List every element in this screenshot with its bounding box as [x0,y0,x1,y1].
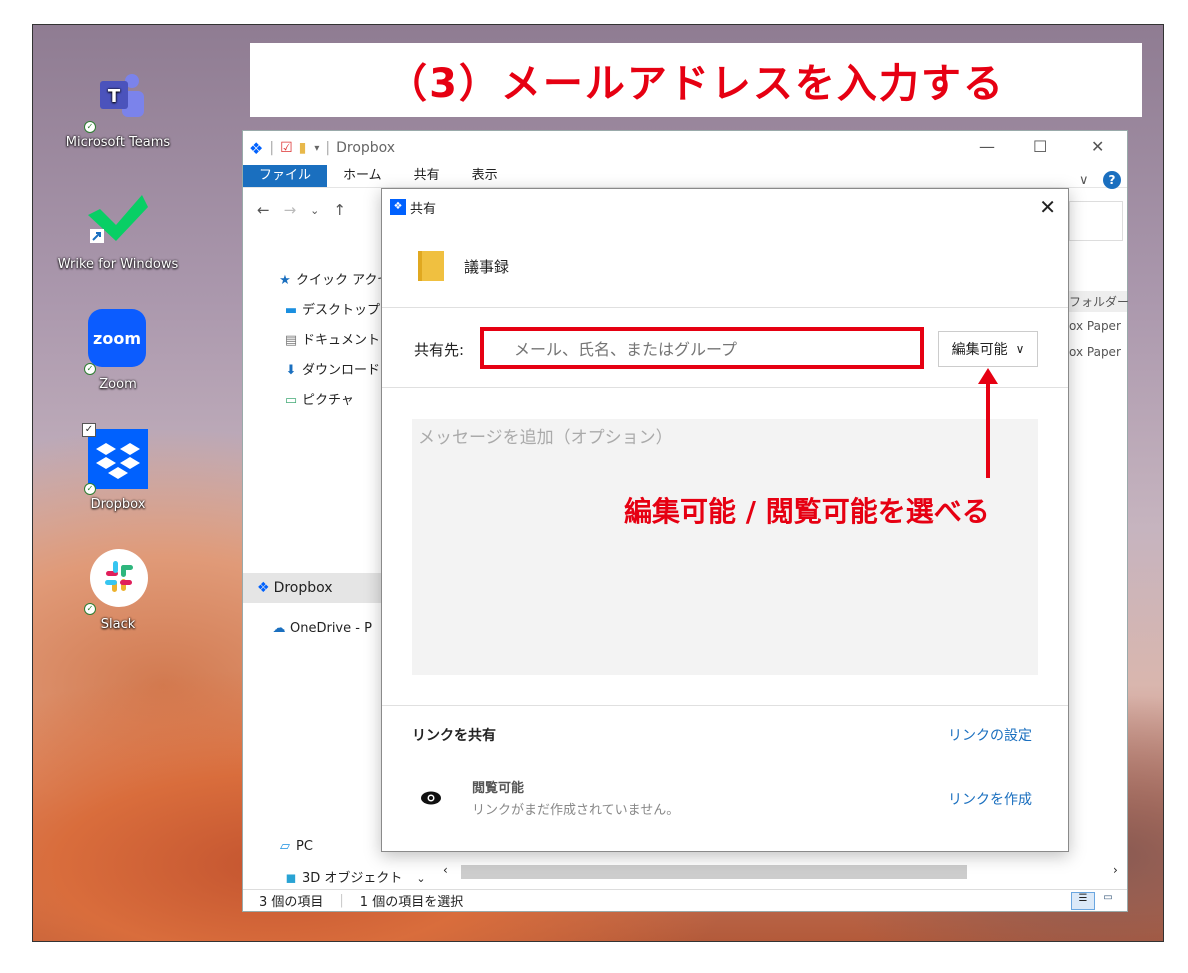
permission-dropdown[interactable]: 編集可能 ∨ [938,331,1038,367]
sync-check-icon: ✓ [84,483,96,495]
create-link-button[interactable]: リンクを作成 [948,789,1032,809]
desktop-icon-zoom[interactable]: zoom ✓ Zoom [53,309,183,392]
tab-view[interactable]: 表示 [456,165,514,187]
desktop-icon-slack[interactable]: ✓ Slack [53,549,183,632]
page-title-banner: （3）メールアドレスを入力する [250,43,1142,117]
slack-icon: ✓ [84,549,150,615]
folder-row: 議事録 [418,251,509,281]
up-icon[interactable]: ↑ [333,201,346,219]
highlight-box-input [480,327,924,369]
desktop-icon-label: Zoom [99,377,137,392]
close-icon[interactable]: ✕ [1039,195,1056,219]
nav-item-onedrive[interactable]: ☁ OneDrive - P [271,621,372,636]
zoom-icon: zoom ✓ [84,309,150,375]
dialog-titlebar: ❖ 共有 [382,189,1068,225]
scroll-right-icon[interactable]: › [1113,863,1118,877]
search-box[interactable] [1069,201,1123,241]
tab-home[interactable]: ホーム [327,165,398,187]
link-share-heading: リンクを共有 [412,728,496,744]
pc-icon: ▱ [280,839,290,854]
ribbon-expand-icon[interactable]: ∨ [1079,173,1089,188]
help-icon[interactable]: ? [1103,171,1121,189]
star-icon: ★ [279,273,291,288]
dropbox-icon: ❖ [249,138,264,158]
ribbon-tabs: ファイル ホーム 共有 表示 ∨ ? [243,165,1127,189]
folder-icon [418,251,444,281]
sync-check-icon: ✓ [84,363,96,375]
recent-dropdown-icon[interactable]: ⌄ [310,204,319,217]
link-settings-link[interactable]: リンクの設定 [948,725,1032,745]
back-icon[interactable]: ← [257,201,270,219]
desktop-icon-label: Slack [100,617,136,632]
scroll-left-icon[interactable]: ‹ [443,863,448,877]
quick-access-dropdown-icon[interactable]: ▾ [314,143,319,154]
desktop-icon-dropbox[interactable]: ✓ ✓ Dropbox [53,423,183,512]
status-selected-count: 1 個の項目を選択 [359,895,464,910]
folder-icon[interactable]: ▮ [299,140,307,156]
tab-file[interactable]: ファイル [243,165,328,187]
minimize-icon[interactable]: — [979,137,995,156]
nav-item-dropbox[interactable]: ❖ Dropbox [243,573,381,603]
sync-check-icon: ✓ [84,603,96,615]
tab-share[interactable]: 共有 [398,165,456,187]
maximize-icon[interactable]: ☐ [1033,137,1047,156]
message-placeholder: メッセージを追加（オプション） [418,428,673,448]
dropbox-icon: ❖ [257,580,270,596]
desktop-icon-wrike[interactable]: Wrike for Windows [53,189,183,272]
properties-icon[interactable]: ☑ [280,140,293,156]
download-icon: ⬇ [285,363,297,378]
permission-value: 編集可能 [951,342,1008,358]
cloud-icon: ☁ [272,621,286,636]
checkbox-icon[interactable]: ✓ [82,423,96,437]
annotation-arrow [978,368,998,478]
scroll-thumb[interactable] [461,865,967,879]
desktop-icon-label: Dropbox [90,497,146,512]
column-header-folder: フォルダー [1069,291,1129,312]
wrike-icon [86,189,150,253]
chevron-down-icon: ∨ [1015,342,1025,356]
share-to-label: 共有先: [414,341,465,359]
status-item-count: 3 個の項目 [259,895,324,910]
svg-text:T: T [108,86,121,107]
thumbnail-view-icon[interactable]: ▭ [1099,892,1117,908]
nav-item-downloads[interactable]: ⬇ ダウンロード [283,359,380,378]
file-name-paper-1: ox Paper [1069,319,1121,333]
details-view-icon[interactable]: ☰ [1071,892,1095,910]
close-icon[interactable]: ✕ [1091,137,1104,156]
desktop-folder-icon: ▬ [284,303,298,318]
nav-item-pictures[interactable]: ▭ ピクチャ [283,389,354,408]
horizontal-scrollbar[interactable]: ‹ › [443,863,1123,881]
folder-name: 議事録 [464,257,510,276]
pictures-icon: ▭ [284,393,298,408]
nav-item-3d-objects[interactable]: ◼ 3D オブジェクト ⌄ [283,867,426,886]
desktop-icon-label: Microsoft Teams [65,135,171,150]
nav-item-documents[interactable]: ▤ ドキュメント [283,329,380,348]
nav-item-pc[interactable]: ▱ PC [277,839,313,854]
window-title: Dropbox [336,140,396,156]
annotation-text: 編集可能 / 閲覧可能を選べる [624,495,990,528]
nav-item-desktop[interactable]: ▬ デスクトップ [283,299,380,318]
desktop-icon-teams[interactable]: T ✓ Microsoft Teams [53,67,183,150]
status-bar: 3 個の項目 | 1 個の項目を選択 ☰ ▭ [243,889,1127,911]
forward-icon[interactable]: → [284,201,297,219]
dropbox-icon: ✓ ✓ [82,423,150,495]
cube-icon: ◼ [285,871,297,886]
link-access-status: リンクがまだ作成されていません。 [472,803,680,818]
sync-check-icon: ✓ [84,121,96,133]
link-access-title: 閲覧可能 [472,781,525,796]
message-field[interactable]: メッセージを追加（オプション） [412,419,1038,675]
chevron-down-icon[interactable]: ⌄ [416,872,425,885]
eye-icon [420,787,442,811]
file-name-paper-2: ox Paper [1069,345,1121,359]
desktop-icon-label: Wrike for Windows [57,257,179,272]
document-icon: ▤ [284,333,298,348]
dialog-title: 共有 [410,201,437,217]
explorer-titlebar: ❖ | ☑ ▮ ▾ | Dropbox — ☐ ✕ [249,137,1105,158]
teams-icon: T ✓ [84,67,150,133]
zoom-logo-text: zoom [93,328,141,348]
dropbox-icon: ❖ [390,199,406,215]
